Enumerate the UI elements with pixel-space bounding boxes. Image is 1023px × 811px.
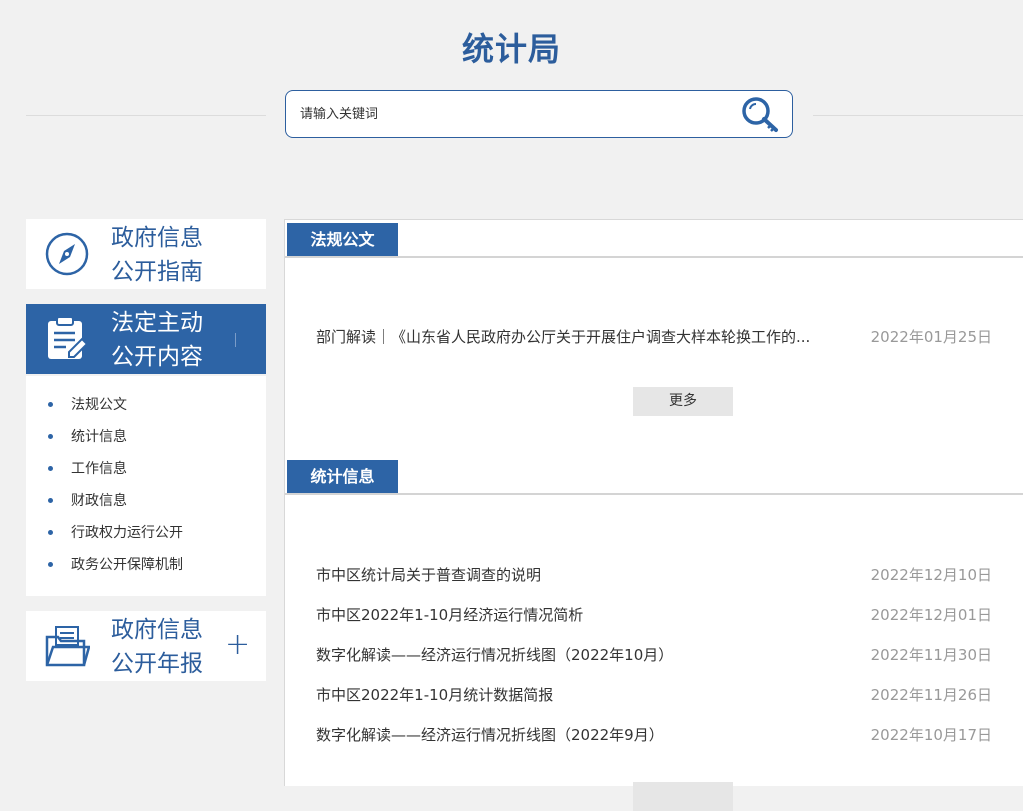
bullet <box>48 498 53 503</box>
submenu-item-label[interactable]: 行政权力运行公开 <box>71 520 183 546</box>
submenu-item-label[interactable]: 财政信息 <box>71 488 127 514</box>
list-item-date: 2022年11月30日 <box>870 646 992 664</box>
section-tab-statistics[interactable]: 统计信息 <box>287 460 398 493</box>
list-item-title[interactable]: 数字化解读——经济运行情况折线图（2022年9月） <box>316 723 664 747</box>
submenu-item[interactable]: 工作信息 <box>26 456 266 488</box>
main-content: 法规公文 部门解读｜《山东省人民政府办公厅关于开展住户调查大样本轮换工作的...… <box>284 219 1023 811</box>
bullet <box>48 402 53 407</box>
list-item-date: 2022年11月26日 <box>870 686 992 704</box>
compass-icon <box>45 232 89 276</box>
list-item[interactable]: 数字化解读——经济运行情况折线图（2022年9月） 2022年10月17日 <box>316 723 996 747</box>
list-item-date: 2022年12月01日 <box>870 606 992 624</box>
folder-document-icon <box>45 626 90 667</box>
bullet <box>48 530 53 535</box>
list-item[interactable]: 市中区统计局关于普查调查的说明 2022年12月10日 <box>316 563 996 587</box>
list-item-title[interactable]: 市中区2022年1-10月统计数据简报 <box>316 683 553 707</box>
sidebar-submenu: 法规公文 统计信息 工作信息 财政信息 行政权力运行公开 政务公开保障机制 <box>26 376 266 596</box>
header-divider-left <box>26 115 266 116</box>
more-button-partial[interactable] <box>633 782 733 811</box>
search-key-icon <box>742 97 778 132</box>
list-item-date: 2022年12月10日 <box>870 566 992 584</box>
list-item[interactable]: 数字化解读——经济运行情况折线图（2022年10月） 2022年11月30日 <box>316 643 996 667</box>
page-title: 统计局 <box>461 30 561 68</box>
section-header: 法规公文 <box>285 220 1023 258</box>
list-item[interactable]: 部门解读｜《山东省人民政府办公厅关于开展住户调查大样本轮换工作的... 2022… <box>316 325 996 349</box>
list-item[interactable]: 市中区2022年1-10月统计数据简报 2022年11月26日 <box>316 683 996 707</box>
search-input[interactable] <box>300 104 720 124</box>
search-button[interactable] <box>741 96 781 134</box>
submenu-item-label[interactable]: 工作信息 <box>71 456 127 482</box>
list-item[interactable]: 市中区2022年1-10月经济运行情况简析 2022年12月01日 <box>316 603 996 627</box>
submenu-item-label[interactable]: 政务公开保障机制 <box>71 552 183 578</box>
submenu-item[interactable]: 统计信息 <box>26 424 266 456</box>
bullet <box>48 434 53 439</box>
sidebar-item-annual-report[interactable]: 政府信息 公开年报 + <box>26 611 266 681</box>
sidebar-item-guide[interactable]: 政府信息 公开指南 <box>26 219 266 289</box>
list-item-date: 2022年10月17日 <box>870 726 992 744</box>
bullet <box>48 562 53 567</box>
sidebar-item-guide-label: 政府信息 公开指南 <box>111 225 203 285</box>
sidebar-item-annual-report-label: 政府信息 公开年报 <box>111 617 203 677</box>
list-item-date: 2022年01月25日 <box>870 328 992 346</box>
header-divider-right <box>813 115 1023 116</box>
submenu-item[interactable]: 行政权力运行公开 <box>26 520 266 552</box>
search-box <box>285 90 793 138</box>
submenu-item[interactable]: 财政信息 <box>26 488 266 520</box>
submenu-item[interactable]: 法规公文 <box>26 392 266 424</box>
submenu-item-label[interactable]: 法规公文 <box>71 392 127 418</box>
expand-plus-icon[interactable]: + <box>225 628 250 662</box>
bullet <box>48 466 53 471</box>
sidebar-item-content-label: 法定主动 公开内容 <box>111 310 203 370</box>
section-header: 统计信息 <box>285 457 1023 495</box>
list-item-title[interactable]: 市中区2022年1-10月经济运行情况简析 <box>316 603 583 627</box>
list-item-title[interactable]: 部门解读｜《山东省人民政府办公厅关于开展住户调查大样本轮换工作的... <box>316 325 810 349</box>
submenu-item[interactable]: 政务公开保障机制 <box>26 552 266 584</box>
divider <box>235 333 236 347</box>
sidebar-item-content[interactable]: 法定主动 公开内容 <box>26 304 266 374</box>
more-button[interactable]: 更多 <box>633 387 733 416</box>
list-item-title[interactable]: 数字化解读——经济运行情况折线图（2022年10月） <box>316 643 673 667</box>
list-item-title[interactable]: 市中区统计局关于普查调查的说明 <box>316 563 541 587</box>
submenu-item-label[interactable]: 统计信息 <box>71 424 127 450</box>
section-tab-regulations[interactable]: 法规公文 <box>287 223 398 256</box>
clipboard-edit-icon <box>48 316 89 359</box>
